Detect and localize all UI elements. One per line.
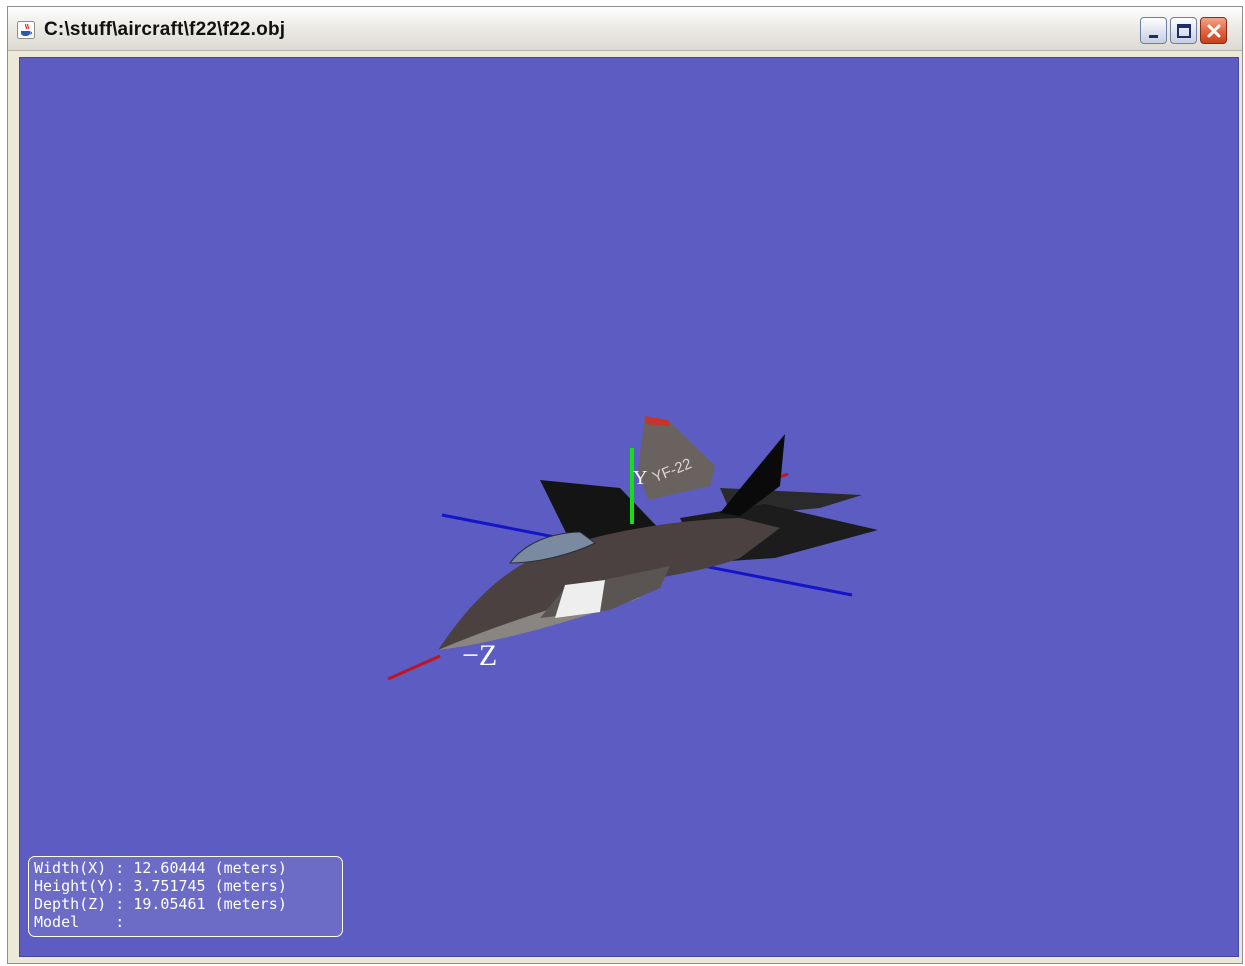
info-row-depth: Depth(Z) : 19.05461 (meters) [34,895,342,913]
close-button[interactable] [1200,17,1227,44]
info-value: 19.05461 [133,895,206,913]
minimize-icon [1149,35,1158,38]
title-bar[interactable]: C:\stuff\aircraft\f22\f22.obj [8,7,1242,51]
info-unit: (meters) [214,877,287,895]
model-info-panel: Width(X) : 12.60444 (meters) Height(Y): … [28,856,343,937]
info-row-height: Height(Y): 3.751745 (meters) [34,877,342,895]
y-axis-label: Y [633,467,647,489]
scene: YF-22 Y −Z [387,416,878,681]
neg-z-axis-label: −Z [462,639,497,672]
info-unit: (meters) [214,859,287,877]
info-label: Width(X) : [34,859,125,877]
info-label: Model : [34,913,125,931]
x-axis [387,654,441,681]
3d-viewport[interactable]: YF-22 Y −Z Width(X) : 12.60444 (meters) … [19,57,1239,957]
aircraft-model: YF-22 [438,416,878,650]
window-title: C:\stuff\aircraft\f22\f22.obj [44,19,286,40]
info-label: Height(Y): [34,877,125,895]
maximize-icon [1177,24,1191,38]
info-value: 3.751745 [133,877,206,895]
close-icon [1207,24,1221,38]
maximize-button[interactable] [1170,17,1197,44]
info-row-model: Model : [34,913,342,931]
info-label: Depth(Z) : [34,895,125,913]
minimize-button[interactable] [1140,17,1167,44]
info-unit: (meters) [214,895,287,913]
app-window: C:\stuff\aircraft\f22\f22.obj YF-22 Y −Z… [7,6,1243,964]
java-icon [17,21,35,39]
info-row-width: Width(X) : 12.60444 (meters) [34,859,342,877]
info-value: 12.60444 [133,859,206,877]
